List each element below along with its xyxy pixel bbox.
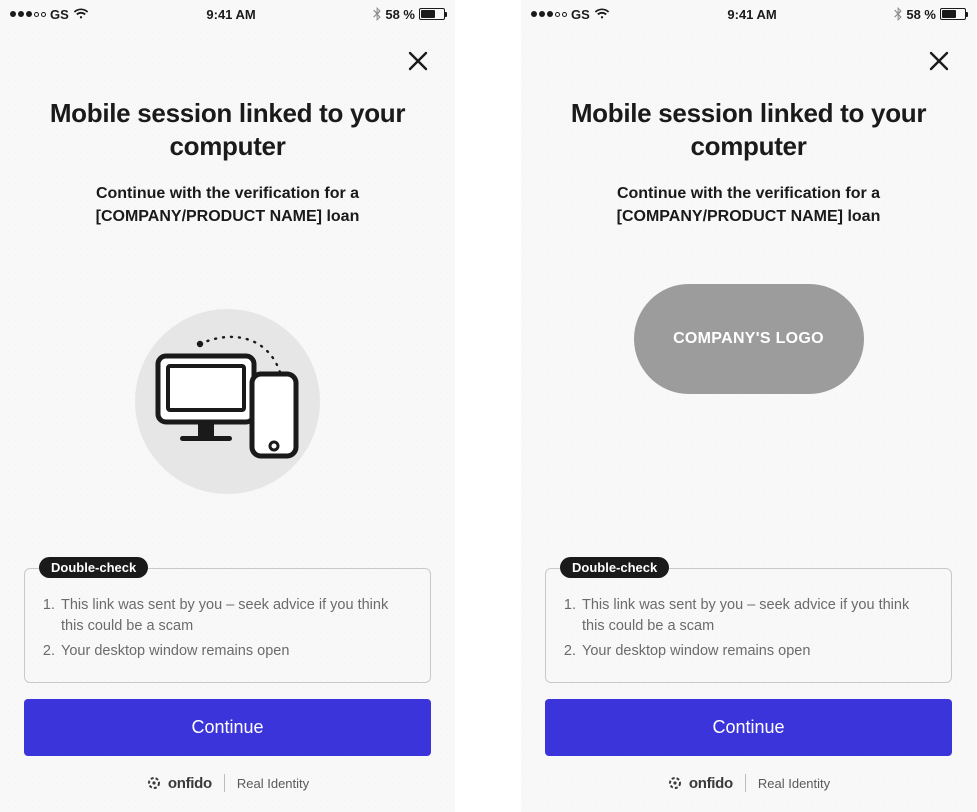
battery-percent-label: 58 % <box>906 7 936 22</box>
page-title: Mobile session linked to your computer <box>545 97 952 162</box>
status-bar: GS 9:41 AM 58 % <box>0 0 455 28</box>
battery-percent-label: 58 % <box>385 7 415 22</box>
phone-screen-illustration: GS 9:41 AM 58 % Mobile session linked to… <box>0 0 455 812</box>
main-content: Mobile session linked to your computer C… <box>521 79 976 812</box>
double-check-item: This link was sent by you – seek advice … <box>580 595 935 637</box>
footer-tagline: Real Identity <box>758 776 830 791</box>
wifi-icon <box>73 8 89 20</box>
close-icon <box>407 60 429 75</box>
onfido-mark-icon <box>146 775 162 791</box>
footer-separator <box>224 774 225 792</box>
battery-icon <box>419 8 445 20</box>
double-check-badge: Double-check <box>39 557 148 578</box>
status-bar-left: GS <box>531 7 610 22</box>
continue-button[interactable]: Continue <box>24 699 431 756</box>
phone-screen-logo: GS 9:41 AM 58 % Mobile session linked to… <box>521 0 976 812</box>
devices-linked-icon <box>135 309 320 494</box>
footer-brand: onfido <box>689 775 733 792</box>
close-button[interactable] <box>403 46 433 79</box>
carrier-label: GS <box>571 7 590 22</box>
double-check-badge: Double-check <box>560 557 669 578</box>
footer-separator <box>745 774 746 792</box>
illustration-container <box>24 258 431 544</box>
footer-tagline: Real Identity <box>237 776 309 791</box>
status-bar-right: 58 % <box>373 7 445 22</box>
main-content: Mobile session linked to your computer C… <box>0 79 455 812</box>
double-check-list: This link was sent by you – seek advice … <box>41 595 414 662</box>
status-bar-time: 9:41 AM <box>727 7 776 22</box>
onfido-logo: onfido <box>667 775 733 792</box>
page-subtitle: Continue with the verification for a [CO… <box>24 182 431 228</box>
bluetooth-icon <box>894 7 902 21</box>
signal-strength-icon <box>10 11 46 17</box>
onfido-mark-icon <box>667 775 683 791</box>
page-subtitle: Continue with the verification for a [CO… <box>545 182 952 228</box>
status-bar: GS 9:41 AM 58 % <box>521 0 976 28</box>
double-check-panel: Double-check This link was sent by you –… <box>24 568 431 683</box>
double-check-panel: Double-check This link was sent by you –… <box>545 568 952 683</box>
bluetooth-icon <box>373 7 381 21</box>
battery-icon <box>940 8 966 20</box>
continue-button[interactable]: Continue <box>545 699 952 756</box>
signal-strength-icon <box>531 11 567 17</box>
page-title: Mobile session linked to your computer <box>24 97 431 162</box>
close-button[interactable] <box>924 46 954 79</box>
footer-brand: onfido <box>168 775 212 792</box>
status-bar-left: GS <box>10 7 89 22</box>
status-bar-time: 9:41 AM <box>206 7 255 22</box>
double-check-item: This link was sent by you – seek advice … <box>59 595 414 637</box>
double-check-item: Your desktop window remains open <box>580 641 935 662</box>
double-check-list: This link was sent by you – seek advice … <box>562 595 935 662</box>
footer: onfido Real Identity <box>146 756 309 812</box>
carrier-label: GS <box>50 7 69 22</box>
logo-container: COMPANY'S LOGO <box>545 258 952 544</box>
close-icon <box>928 60 950 75</box>
footer: onfido Real Identity <box>667 756 830 812</box>
company-logo-placeholder: COMPANY'S LOGO <box>634 284 864 394</box>
double-check-item: Your desktop window remains open <box>59 641 414 662</box>
wifi-icon <box>594 8 610 20</box>
status-bar-right: 58 % <box>894 7 966 22</box>
onfido-logo: onfido <box>146 775 212 792</box>
